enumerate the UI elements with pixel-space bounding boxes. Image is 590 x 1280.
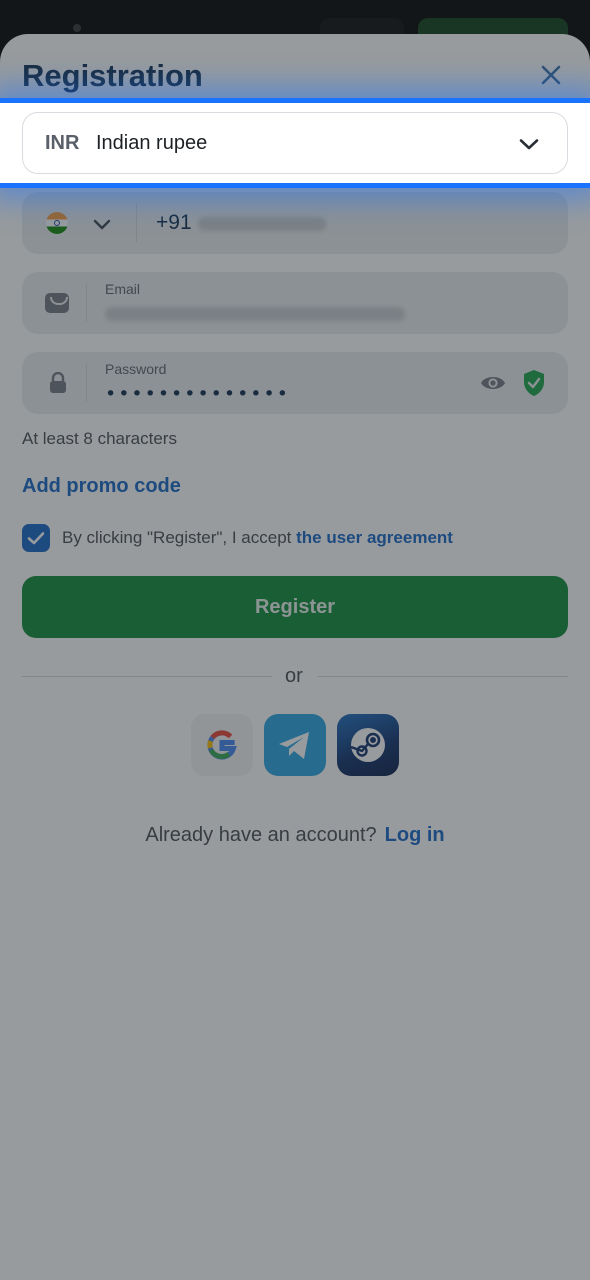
currency-code: INR [45, 132, 80, 154]
chevron-down-icon[interactable] [517, 132, 541, 156]
dim-overlay [0, 0, 590, 1280]
currency-select[interactable]: INR Indian rupee [22, 112, 568, 174]
currency-row: INR Indian rupee [0, 103, 590, 183]
currency-name: Indian rupee [96, 132, 208, 154]
